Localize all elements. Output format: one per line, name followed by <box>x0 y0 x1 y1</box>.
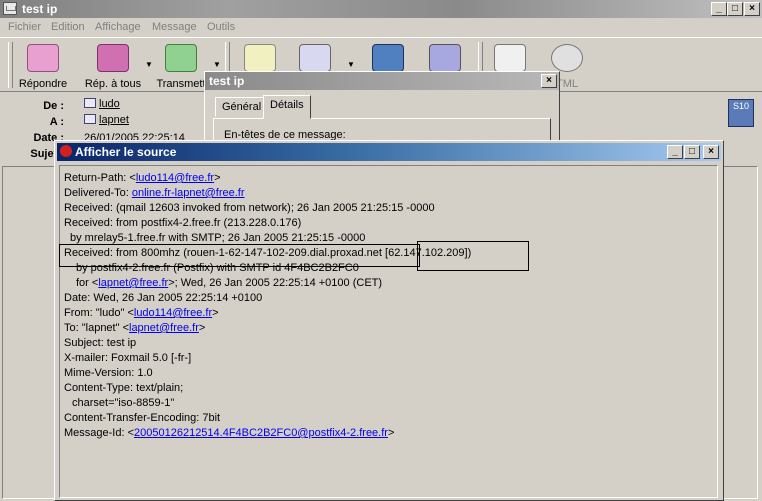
reply-icon <box>27 44 59 72</box>
email-link[interactable]: lapnet@free.fr <box>98 277 168 289</box>
tab-details[interactable]: Détails <box>263 95 311 119</box>
printer-icon <box>372 44 404 72</box>
note-icon <box>244 44 276 72</box>
menu-bar: Fichier Edition Affichage Message Outils <box>0 18 762 37</box>
source-line: X-mailer: Foxmail 5.0 [-fr-] <box>64 352 192 364</box>
html-icon <box>551 44 583 72</box>
app-icon <box>3 2 17 15</box>
reply-all-button[interactable]: Rép. à tous <box>82 42 144 90</box>
source-line: Content-Transfer-Encoding: 7bit <box>64 412 221 424</box>
forward-icon <box>165 44 197 72</box>
properties-dialog-title: test ip <box>209 74 245 88</box>
source-line: charset="iso-8859-1" <box>72 397 175 409</box>
properties-dialog-title-bar[interactable]: test ip × <box>205 72 559 90</box>
from-value[interactable]: ludo <box>84 98 120 110</box>
source-line: for <lapnet@free.fr>; Wed, 26 Jan 2005 2… <box>76 277 383 289</box>
source-line: Subject: test ip <box>64 337 137 349</box>
properties-close-button[interactable]: × <box>541 74 557 88</box>
minimize-button[interactable]: _ <box>711 2 727 16</box>
message-id-link[interactable]: 20050126212514.4F4BC2B2FC0@postfix4-2.fr… <box>134 427 388 439</box>
ip-address: [62.147.102.209]) <box>385 247 472 259</box>
menu-fichier[interactable]: Fichier <box>8 21 41 33</box>
email-link[interactable]: ludo114@free.fr <box>136 172 214 184</box>
move-icon <box>299 44 331 72</box>
source-line: Date: Wed, 26 Jan 2005 22:25:14 +0100 <box>64 292 263 304</box>
email-link[interactable]: ludo114@free.fr <box>134 307 212 319</box>
maximize-button[interactable]: □ <box>727 2 743 16</box>
source-text-area[interactable]: Return-Path: <ludo114@free.fr> Delivered… <box>59 165 718 498</box>
reply-button[interactable]: Répondre <box>16 42 70 90</box>
email-link[interactable]: lapnet@free.fr <box>129 322 199 334</box>
to-value[interactable]: lapnet <box>84 114 129 126</box>
reply-all-label: Rép. à tous <box>84 78 142 90</box>
source-line: by mrelay5-1.free.fr with SMTP; 26 Jan 2… <box>70 232 366 244</box>
move-dropdown-icon[interactable]: ▼ <box>347 60 355 69</box>
menu-edition[interactable]: Edition <box>51 21 85 33</box>
tab-general[interactable]: Général <box>215 97 269 117</box>
menu-outils[interactable]: Outils <box>207 21 235 33</box>
to-label: A : <box>49 116 64 128</box>
view-source-window[interactable]: Afficher le source _ □ × Return-Path: <l… <box>54 140 724 501</box>
email-link[interactable]: online.fr-lapnet@free.fr <box>132 187 245 199</box>
from-name[interactable]: ludo <box>99 98 120 110</box>
contact-icon <box>84 98 96 108</box>
source-close-button[interactable]: × <box>703 145 719 159</box>
contact-icon-2 <box>84 114 96 124</box>
source-maximize-button[interactable]: □ <box>684 145 700 159</box>
window-title: test ip <box>22 2 58 16</box>
view-source-title: Afficher le source <box>75 145 177 159</box>
source-line: To: "lapnet" <lapnet@free.fr> <box>64 322 206 334</box>
delete-icon <box>429 44 461 72</box>
menu-message[interactable]: Message <box>152 21 197 33</box>
source-line: Return-Path: <ludo114@free.fr> <box>64 172 221 184</box>
attachment-icon[interactable]: S10 <box>728 99 754 127</box>
source-minimize-button[interactable]: _ <box>667 145 683 159</box>
address-book-icon <box>494 44 526 72</box>
source-line: by postfix4-2.free.fr (Postfix) with SMT… <box>76 262 359 274</box>
forward-dropdown-icon[interactable]: ▼ <box>213 60 221 69</box>
source-line: Mime-Version: 1.0 <box>64 367 153 379</box>
reply-all-icon <box>97 44 129 72</box>
from-label: De : <box>43 100 64 112</box>
source-line: Content-Type: text/plain; <box>64 382 184 394</box>
source-line: Received: from postfix4-2.free.fr (213.2… <box>64 217 302 229</box>
view-source-title-bar[interactable]: Afficher le source _ □ × <box>57 143 721 161</box>
source-line: Delivered-To: online.fr-lapnet@free.fr <box>64 187 245 199</box>
forward-button[interactable]: Transmett <box>152 42 210 90</box>
close-button[interactable]: × <box>744 2 760 16</box>
menu-affichage[interactable]: Affichage <box>95 21 141 33</box>
forward-label: Transmett <box>156 78 206 90</box>
foxmail-icon <box>60 145 72 157</box>
main-title-bar[interactable]: test ip _ □ × <box>0 0 762 18</box>
to-name[interactable]: lapnet <box>99 114 129 126</box>
reply-label: Répondre <box>18 78 68 90</box>
source-line: Message-Id: <20050126212514.4F4BC2B2FC0@… <box>64 427 395 439</box>
source-line: From: "ludo" <ludo114@free.fr> <box>64 307 219 319</box>
toolbar-grip[interactable] <box>8 42 13 88</box>
source-line: Received: from 800mhz (rouen-1-62-147-10… <box>64 247 472 259</box>
source-line: Received: (qmail 12603 invoked from netw… <box>64 202 435 214</box>
